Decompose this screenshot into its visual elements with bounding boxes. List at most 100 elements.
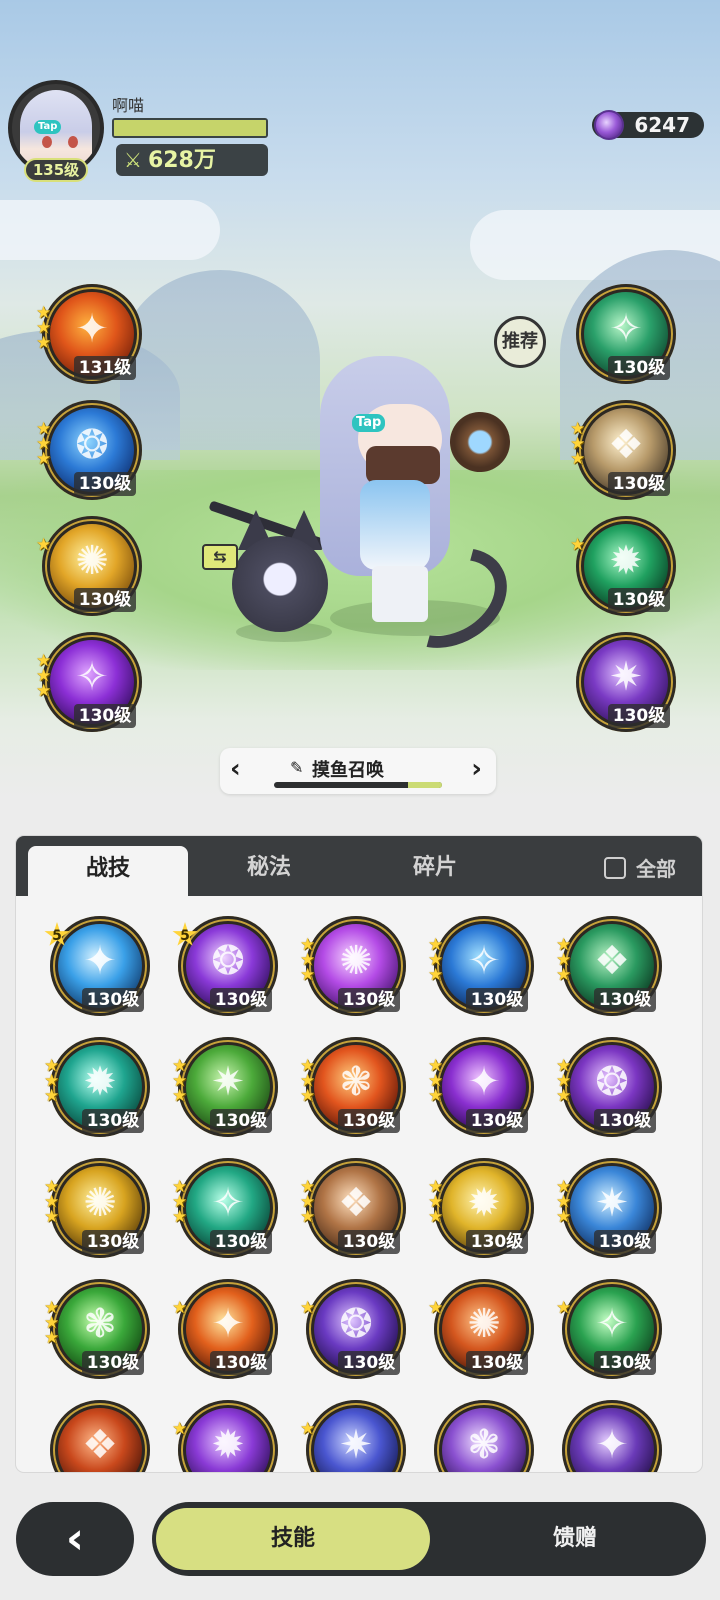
skill-cell[interactable]: ❖: [50, 1400, 154, 1472]
skill-cell[interactable]: ✧ 130级 ★ ★ ★: [172, 1158, 282, 1262]
hero-body[interactable]: [360, 480, 430, 570]
skill-orb[interactable]: ❂ 130级 ★ ★ ★: [556, 1037, 662, 1137]
build-name[interactable]: 摸鱼召唤: [312, 756, 384, 782]
skill-orb[interactable]: ❃ 130级 ★ ★ ★: [300, 1037, 406, 1137]
show-all-toggle[interactable]: 全部: [604, 853, 676, 882]
skill-cell[interactable]: ❃ 130级 ★ ★ ★: [300, 1037, 410, 1141]
skill-cell[interactable]: ✦: [562, 1400, 666, 1472]
skill-orb[interactable]: ❖ 130级 ★ ★ ★: [556, 916, 662, 1016]
skill-orb[interactable]: ✺ 130级 ★ ★ ★: [300, 916, 406, 1016]
skill-orb[interactable]: ✹ 130级 ★ ★ ★: [44, 1037, 150, 1137]
skill-stars: ★ ★ ★: [172, 1058, 187, 1105]
skill-orb[interactable]: ✦ 130级 ★: [172, 1279, 278, 1379]
skill-cell[interactable]: ❃ 130级 ★ ★ ★: [44, 1279, 154, 1383]
nav-skills-button[interactable]: 技能: [156, 1508, 430, 1570]
skill-cell[interactable]: ❖ 130级 ★ ★ ★: [556, 916, 666, 1020]
skill-glyph: ✧: [595, 1300, 629, 1347]
skill-cell[interactable]: ✹ 130级 ★ ★ ★: [44, 1037, 154, 1141]
skill-glyph: ❂: [339, 1300, 373, 1347]
pencil-icon[interactable]: ✎: [290, 758, 303, 777]
skill-cell[interactable]: ❖ 130级 ★ ★ ★: [300, 1158, 410, 1262]
skill-glyph: ❂: [211, 937, 245, 984]
skill-stars: ★ ★ ★: [172, 1179, 187, 1226]
skill-orb[interactable]: ✷ 130级 ★ ★ ★: [556, 1158, 662, 1258]
skill-cell[interactable]: ✺ 130级 ★ ★ ★: [300, 916, 410, 1020]
skill-cell[interactable]: ❂ 130级 ★: [300, 1279, 410, 1383]
skill-orb[interactable]: ❃ 130级 ★ ★ ★: [44, 1279, 150, 1379]
skill-cell[interactable]: ✧ 130级 ★: [556, 1279, 666, 1383]
skill-level: 130级: [338, 1230, 400, 1254]
skill-orb[interactable]: ❂ 130级 ★: [300, 1279, 406, 1379]
skill-orb[interactable]: ✦ 130级 5: [44, 916, 150, 1016]
skill-orb[interactable]: ✦ 131级 ★ ★ ★: [36, 284, 142, 384]
pet-companion[interactable]: [232, 536, 328, 632]
swap-pet-icon[interactable]: ⇆: [202, 544, 238, 570]
skill-cell[interactable]: ✦ 130级 5: [44, 916, 154, 1020]
skill-orb[interactable]: ✧ 130级 ★ ★ ★: [36, 632, 142, 732]
back-arrow-icon: ‹: [65, 1513, 85, 1564]
skill-orb[interactable]: ✹ 130级 ★ ★ ★: [428, 1158, 534, 1258]
skill-orb[interactable]: ✺ 130级 ★ ★ ★: [44, 1158, 150, 1258]
skill-orb[interactable]: ❖: [50, 1400, 150, 1472]
skill-cell[interactable]: ✷ ★: [300, 1400, 410, 1472]
skill-cell[interactable]: ❃: [434, 1400, 538, 1472]
skill-cell[interactable]: ✷ 130级 ★ ★ ★: [556, 1158, 666, 1262]
skill-cell[interactable]: ✦ 130级 ★ ★ ★: [428, 1037, 538, 1141]
star-icon: ★: [428, 965, 444, 985]
skill-orb[interactable]: ❃: [434, 1400, 534, 1472]
skill-cell[interactable]: ❂ 130级 5: [172, 916, 282, 1020]
prev-build-arrow[interactable]: ‹: [230, 754, 241, 784]
skill-glyph: ❖: [82, 1421, 118, 1468]
skill-orb[interactable]: ✧ 130级 ★: [556, 1279, 662, 1379]
skill-cell[interactable]: ✹ ★: [172, 1400, 282, 1472]
skill-orb[interactable]: ✧ 130级: [576, 284, 676, 384]
skill-orb[interactable]: ✷ 130级 ★ ★ ★: [172, 1037, 278, 1137]
player-name: 啊喵: [112, 96, 145, 115]
skill-orb[interactable]: ✦: [562, 1400, 662, 1472]
next-build-arrow[interactable]: ›: [471, 754, 482, 784]
skill-glyph: ✦: [467, 1058, 501, 1105]
skill-orb[interactable]: ✹ ★: [172, 1400, 278, 1472]
skill-stars: ★ ★ ★: [556, 1179, 571, 1226]
skill-level: 130级: [74, 588, 136, 612]
skill-cell[interactable]: ✧ 130级 ★ ★ ★: [428, 916, 538, 1020]
skill-cell[interactable]: ✺ 130级 ★ ★ ★: [44, 1158, 154, 1262]
skill-orb[interactable]: ❖ 130级 ★ ★ ★: [300, 1158, 406, 1258]
skill-orb[interactable]: ❖ 130级 ★ ★ ★: [570, 400, 676, 500]
skill-orb[interactable]: ✹ 130级 ★: [570, 516, 676, 616]
skill-orb[interactable]: ✷ 130级: [576, 632, 676, 732]
skill-orb[interactable]: ✧ 130级 ★ ★ ★: [172, 1158, 278, 1258]
skill-orb[interactable]: ❂ 130级 5: [172, 916, 278, 1016]
skill-stars: ★: [570, 537, 585, 554]
skill-orb[interactable]: ✦ 130级 ★ ★ ★: [428, 1037, 534, 1137]
skill-orb[interactable]: ✺ 130级 ★: [36, 516, 142, 616]
skill-orb[interactable]: ❂ 130级 ★ ★ ★: [36, 400, 142, 500]
star-icon: ★: [36, 535, 52, 555]
skill-glyph: ❃: [339, 1058, 373, 1105]
tab-combat-skills[interactable]: 战技: [28, 846, 188, 896]
skill-level: 130级: [338, 1109, 400, 1133]
tab-arcana[interactable]: 秘法: [194, 836, 344, 896]
show-all-checkbox[interactable]: [604, 856, 626, 879]
skill-cell[interactable]: ❂ 130级 ★ ★ ★: [556, 1037, 666, 1141]
skill-stars: ★: [300, 1300, 315, 1317]
skill-stars: ★ ★ ★: [300, 937, 315, 984]
skill-glyph: ✹: [609, 537, 643, 584]
avatar-eye: [42, 136, 52, 148]
skill-level: 130级: [82, 1230, 144, 1254]
skill-glyph: ❖: [608, 421, 644, 468]
back-button[interactable]: ‹: [16, 1502, 134, 1576]
nav-gift-button[interactable]: 馈赠: [452, 1508, 698, 1570]
skill-cell[interactable]: ✷ 130级 ★ ★ ★: [172, 1037, 282, 1141]
skill-cell[interactable]: ✺ 130级 ★: [428, 1279, 538, 1383]
skill-orb[interactable]: ✺ 130级 ★: [428, 1279, 534, 1379]
skill-orb[interactable]: ✷ ★: [300, 1400, 406, 1472]
skill-stars: ★ ★ ★: [300, 1058, 315, 1105]
skill-cell[interactable]: ✹ 130级 ★ ★ ★: [428, 1158, 538, 1262]
skill-level: 130级: [338, 1351, 400, 1375]
skill-stars: ★: [172, 1300, 187, 1317]
skill-orb[interactable]: ✧ 130级 ★ ★ ★: [428, 916, 534, 1016]
tab-fragments[interactable]: 碎片: [360, 836, 510, 896]
skill-cell[interactable]: ✦ 130级 ★: [172, 1279, 282, 1383]
recommend-button[interactable]: 推荐: [494, 316, 546, 368]
